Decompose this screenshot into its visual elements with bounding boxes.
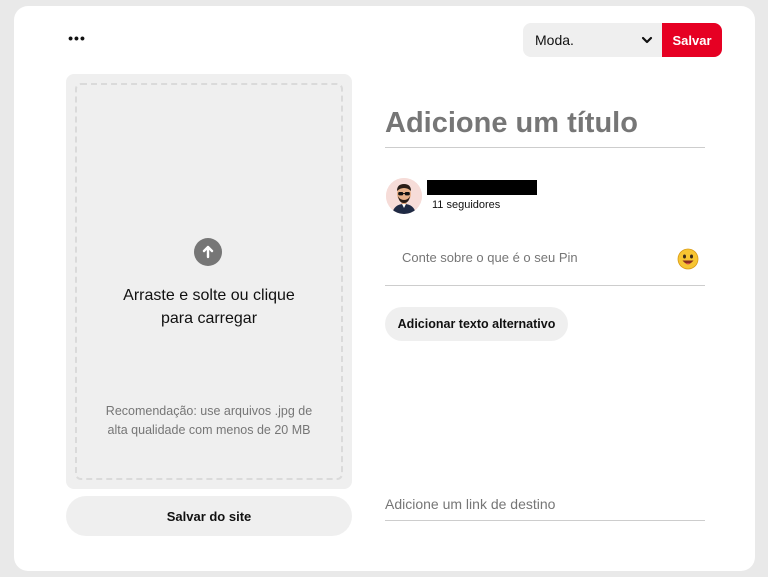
avatar [386,178,422,214]
more-options-button[interactable]: ••• [66,28,88,48]
upload-recommendation: Recomendação: use arquivos .jpg de alta … [84,402,334,440]
arrow-up-circle-icon[interactable] [194,238,222,266]
upload-dropzone[interactable]: Arraste e solte ou clique para carregar … [66,74,352,489]
upload-recommendation-line1: Recomendação: use arquivos .jpg de [105,404,313,418]
upload-instructions-line2: para carregar [160,310,258,327]
title-input[interactable]: Adicione um título [385,104,705,148]
follower-count: 11 seguidores [432,199,501,211]
upload-instructions: Arraste e solte ou clique para carregar [84,284,334,330]
description-placeholder: Conte sobre o que é o seu Pin [402,250,578,265]
chevron-down-icon [641,36,653,44]
board-select-value: Moda. [535,32,574,48]
save-from-site-button[interactable]: Salvar do site [66,496,352,536]
username-redacted [427,180,537,195]
destination-link-input[interactable]: Adicione um link de destino [385,492,705,521]
description-input[interactable]: Conte sobre o que é o seu Pin [385,236,705,286]
add-alt-text-button[interactable]: Adicionar texto alternativo [385,307,568,341]
upload-recommendation-line2: alta qualidade com menos de 20 MB [107,423,311,437]
board-select-dropdown[interactable]: Moda. [523,23,663,57]
save-button[interactable]: Salvar [662,23,722,57]
avatar-illustration [386,178,422,214]
more-options-icon: ••• [68,30,86,46]
upload-instructions-line1: Arraste e solte ou clique [123,287,295,304]
arrow-up-icon [202,245,214,259]
pin-builder-card: ••• Moda. Salvar Arraste e solte ou cliq… [14,6,755,571]
smiley-emoji-icon[interactable] [677,248,699,270]
